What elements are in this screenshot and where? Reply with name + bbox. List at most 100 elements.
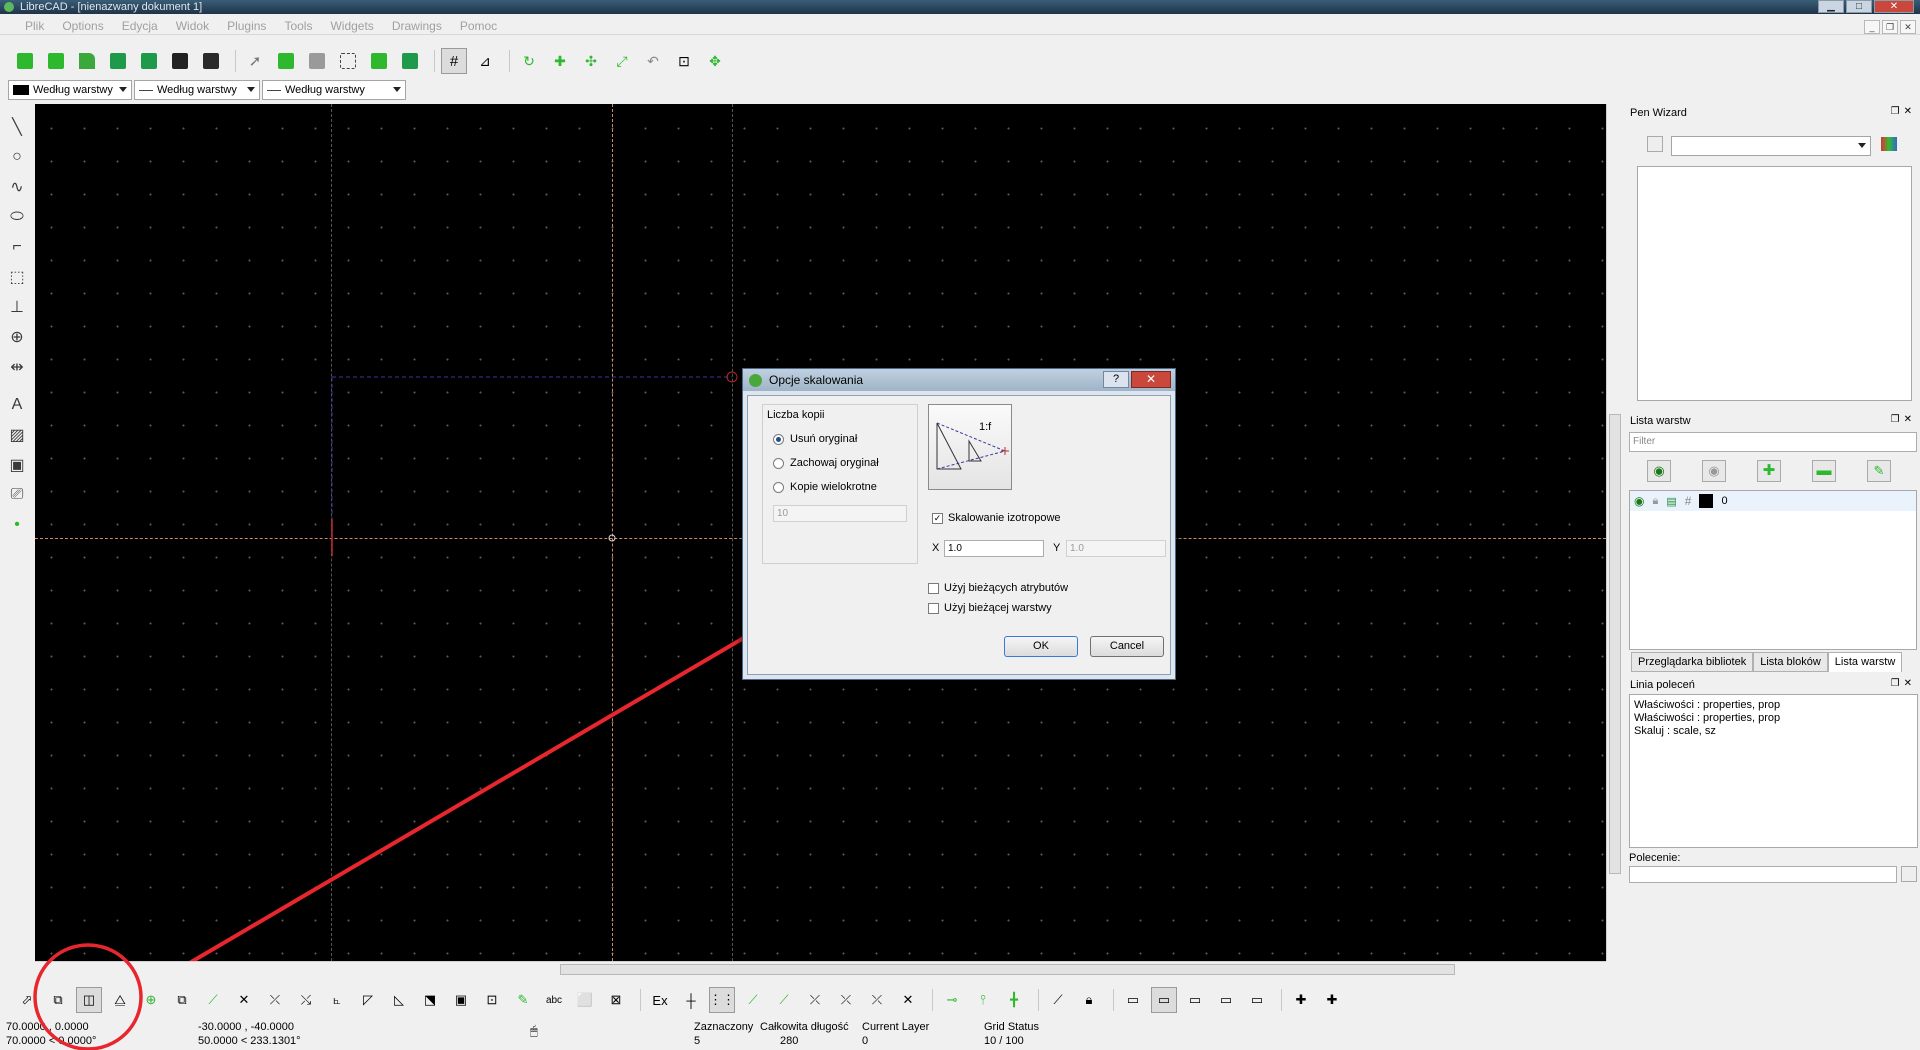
menu-options[interactable]: Options	[53, 19, 112, 33]
lock-relative-zero-icon[interactable]: 🔒︎	[1076, 987, 1102, 1013]
polyline-tool-icon[interactable]: ⌐	[0, 232, 34, 262]
menu-widok[interactable]: Widok	[167, 19, 218, 33]
keep-original-radio[interactable]: Zachowaj oryginał	[773, 451, 879, 475]
layer-color-swatch[interactable]	[1699, 494, 1714, 508]
menu-plugins[interactable]: Plugins	[218, 19, 275, 33]
bevel-icon[interactable]: ⦜	[324, 987, 350, 1013]
redraw-icon[interactable]: ↻	[516, 48, 542, 74]
dock-float-close-icon[interactable]: ❐✕	[1891, 678, 1916, 689]
dock-float-close-icon[interactable]: ❐✕	[1891, 106, 1916, 117]
new-file-button[interactable]	[12, 48, 38, 74]
snap-grid-icon[interactable]: ⋮⋮	[709, 987, 735, 1013]
menu-tools[interactable]: Tools	[275, 19, 321, 33]
select-pointer-icon[interactable]: ➚	[242, 48, 268, 74]
y-factor-input[interactable]: 1.0	[1066, 540, 1166, 557]
canvas-vertical-scrollbar[interactable]	[1606, 104, 1622, 961]
trim2-icon[interactable]: ✕	[231, 987, 257, 1013]
restrict-vertical-icon[interactable]: ⫯	[970, 987, 996, 1013]
move-rotate-icon[interactable]: ⧉	[169, 987, 195, 1013]
zoom-pan-icon[interactable]: ✥	[702, 48, 728, 74]
line-tool-icon[interactable]: ╲	[0, 112, 34, 142]
dialog-close-button[interactable]: ✕	[1131, 371, 1171, 388]
visible-eye-icon[interactable]: ◉	[1634, 494, 1644, 508]
delete-icon[interactable]: ✎	[510, 987, 536, 1013]
menu-plik[interactable]: Plik	[16, 19, 53, 33]
printer-icon[interactable]: ▤	[1666, 495, 1676, 508]
snap-endpoint-icon[interactable]: ⟋	[740, 987, 766, 1013]
linetype-combo[interactable]: Według warstwy	[262, 80, 406, 100]
scale-button[interactable]: ◫	[76, 987, 102, 1013]
explode-icon[interactable]: ⬜	[572, 987, 598, 1013]
ok-button[interactable]: OK	[1004, 636, 1078, 657]
snap-center-icon[interactable]: ⤫	[802, 987, 828, 1013]
snap-window-icon[interactable]: ⊠	[603, 987, 629, 1013]
multiple-copies-radio[interactable]: Kopie wielokrotne	[773, 475, 879, 499]
insert-block-button[interactable]	[397, 48, 423, 74]
block-button[interactable]	[366, 48, 392, 74]
divide-icon[interactable]: ◺	[386, 987, 412, 1013]
hide-all-layers-icon[interactable]: ◉	[1702, 460, 1726, 482]
menu-pomoc[interactable]: Pomoc	[451, 19, 506, 33]
view-monitor3-icon[interactable]: ▭	[1244, 987, 1270, 1013]
select-tool-icon[interactable]: ⬚	[0, 262, 34, 292]
delete-original-radio[interactable]: Usuń oryginał	[773, 427, 879, 451]
dimension-tool-icon[interactable]: ⊥	[0, 292, 34, 322]
add-layer-icon[interactable]: ✚	[1757, 460, 1781, 482]
text-tool-icon[interactable]: A	[0, 390, 34, 420]
ellipse-tool-icon[interactable]: ⬭	[0, 202, 34, 232]
view-monitor-icon[interactable]: ▭	[1120, 987, 1146, 1013]
color-picker-icon[interactable]	[1881, 137, 1897, 151]
edit-layer-icon[interactable]: ✎	[1867, 460, 1891, 482]
horizontal-scroll-thumb[interactable]	[560, 964, 1455, 975]
tab-library-browser[interactable]: Przeglądarka bibliotek	[1631, 652, 1754, 672]
save-button[interactable]	[105, 48, 131, 74]
zoom-auto-icon[interactable]: ⤢	[609, 48, 635, 74]
circle-tool-icon[interactable]: ○	[0, 142, 34, 172]
dock-float-close-icon[interactable]: ❐✕	[1891, 414, 1916, 425]
add-block-plus-icon[interactable]: ✚	[1319, 987, 1345, 1013]
zoom-previous-icon[interactable]: ↶	[640, 48, 666, 74]
grid-toggle-button[interactable]: #	[441, 48, 467, 74]
copies-count-input[interactable]: 10	[773, 505, 907, 522]
cut-button[interactable]	[335, 48, 361, 74]
print-preview-button[interactable]	[198, 48, 224, 74]
close-window-button[interactable]: ✕	[1874, 0, 1914, 13]
tab-layer-list[interactable]: Lista warstw	[1827, 652, 1903, 672]
lock-icon[interactable]: 🔒︎	[1652, 495, 1658, 508]
modify-tool-icon[interactable]: ⊕	[0, 322, 34, 352]
exclusive-snap-button[interactable]: Ex	[647, 987, 673, 1013]
width-combo[interactable]: Według warstwy	[134, 80, 260, 100]
pen-wizard-add-icon[interactable]	[1647, 136, 1663, 152]
show-all-layers-icon[interactable]: ◉	[1647, 460, 1671, 482]
table-row[interactable]: ◉ 🔒︎ ▤ # 0	[1630, 491, 1916, 511]
command-menu-icon[interactable]	[1901, 866, 1917, 882]
command-input[interactable]	[1629, 866, 1897, 883]
menu-widgets[interactable]: Widgets	[321, 19, 382, 33]
open-file-button[interactable]	[74, 48, 100, 74]
copy-button[interactable]	[273, 48, 299, 74]
menu-drawings[interactable]: Drawings	[383, 19, 451, 33]
use-current-attributes-checkbox[interactable]: Użyj bieżących atrybutów	[928, 582, 1068, 594]
trim-icon[interactable]: ⟋	[200, 987, 226, 1013]
stretch-icon[interactable]: ⬔	[417, 987, 443, 1013]
use-current-layer-checkbox[interactable]: Użyj bieżącej warstwy	[928, 602, 1052, 614]
view-monitor2-icon[interactable]: ▭	[1213, 987, 1239, 1013]
paste-button[interactable]	[304, 48, 330, 74]
snap-middle-icon[interactable]: ⤫	[833, 987, 859, 1013]
relative-zero-icon[interactable]: ⟋	[1045, 987, 1071, 1013]
round-icon[interactable]: ◸	[355, 987, 381, 1013]
zoom-out-icon[interactable]: ✣	[578, 48, 604, 74]
lengthen-icon[interactable]: ⤫	[262, 987, 288, 1013]
curve-tool-icon[interactable]: ∿	[0, 172, 34, 202]
layer-filter-input[interactable]: Filter	[1629, 432, 1917, 452]
measure-icon[interactable]: ⊿	[472, 48, 498, 74]
restrict-orthogonal-icon[interactable]: ╋	[1001, 987, 1027, 1013]
attributes-icon[interactable]: ⊡	[479, 987, 505, 1013]
new-from-template-button[interactable]	[43, 48, 69, 74]
block-tool-icon[interactable]: ⎚	[0, 480, 34, 510]
color-combo[interactable]: Według warstwy	[8, 80, 132, 100]
snap-distance-icon[interactable]: ⤫	[864, 987, 890, 1013]
canvas-horizontal-scrollbar[interactable]	[35, 961, 1606, 977]
zoom-window-icon[interactable]: ⊡	[671, 48, 697, 74]
menu-edycja[interactable]: Edycja	[113, 19, 167, 33]
